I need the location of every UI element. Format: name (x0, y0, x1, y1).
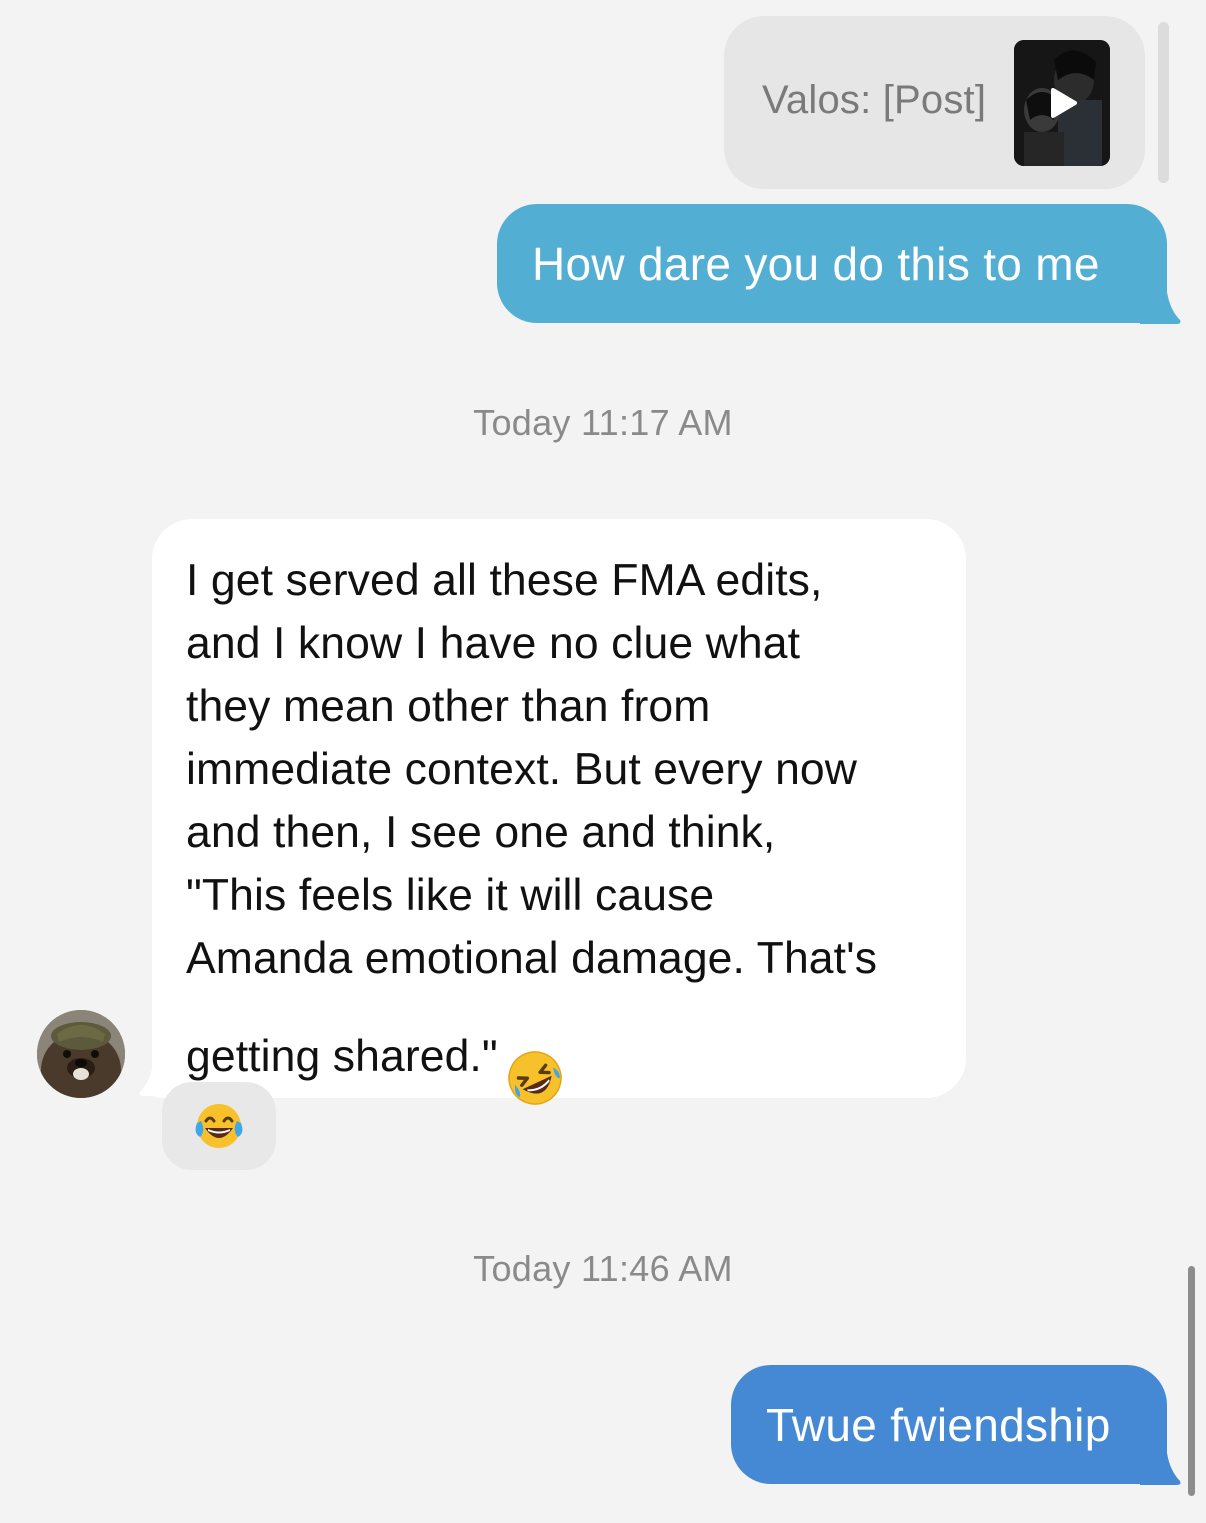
message-text: I get served all these FMA edits, and I … (186, 549, 956, 1128)
message-text: How dare you do this to me (532, 237, 1100, 290)
timestamp: Today 11:46 AM (473, 1248, 733, 1289)
avatar[interactable] (37, 1010, 125, 1098)
outgoing-message-bubble[interactable]: How dare you do this to me (497, 204, 1167, 323)
bubble-tail (1140, 1453, 1181, 1485)
quoted-post-label: Valos: [Post] (762, 78, 987, 122)
outgoing-message-bubble[interactable]: Twue fwiendship (731, 1365, 1167, 1484)
quote-indicator-bar (1158, 22, 1169, 183)
bubble-tail (1140, 292, 1181, 324)
video-thumbnail[interactable] (1014, 40, 1110, 166)
face-with-tears-of-joy-emoji (195, 1104, 243, 1148)
reaction-badge[interactable] (162, 1082, 276, 1170)
scrollbar[interactable] (1188, 1266, 1195, 1496)
quoted-post-bubble[interactable]: Valos: [Post] (724, 16, 1145, 189)
play-icon (1051, 88, 1077, 118)
timestamp: Today 11:17 AM (473, 402, 733, 443)
message-text: Twue fwiendship (766, 1398, 1111, 1451)
incoming-message-bubble[interactable]: I get served all these FMA edits, and I … (152, 519, 966, 1105)
rolling-on-floor-laughing-emoji (506, 986, 564, 1124)
